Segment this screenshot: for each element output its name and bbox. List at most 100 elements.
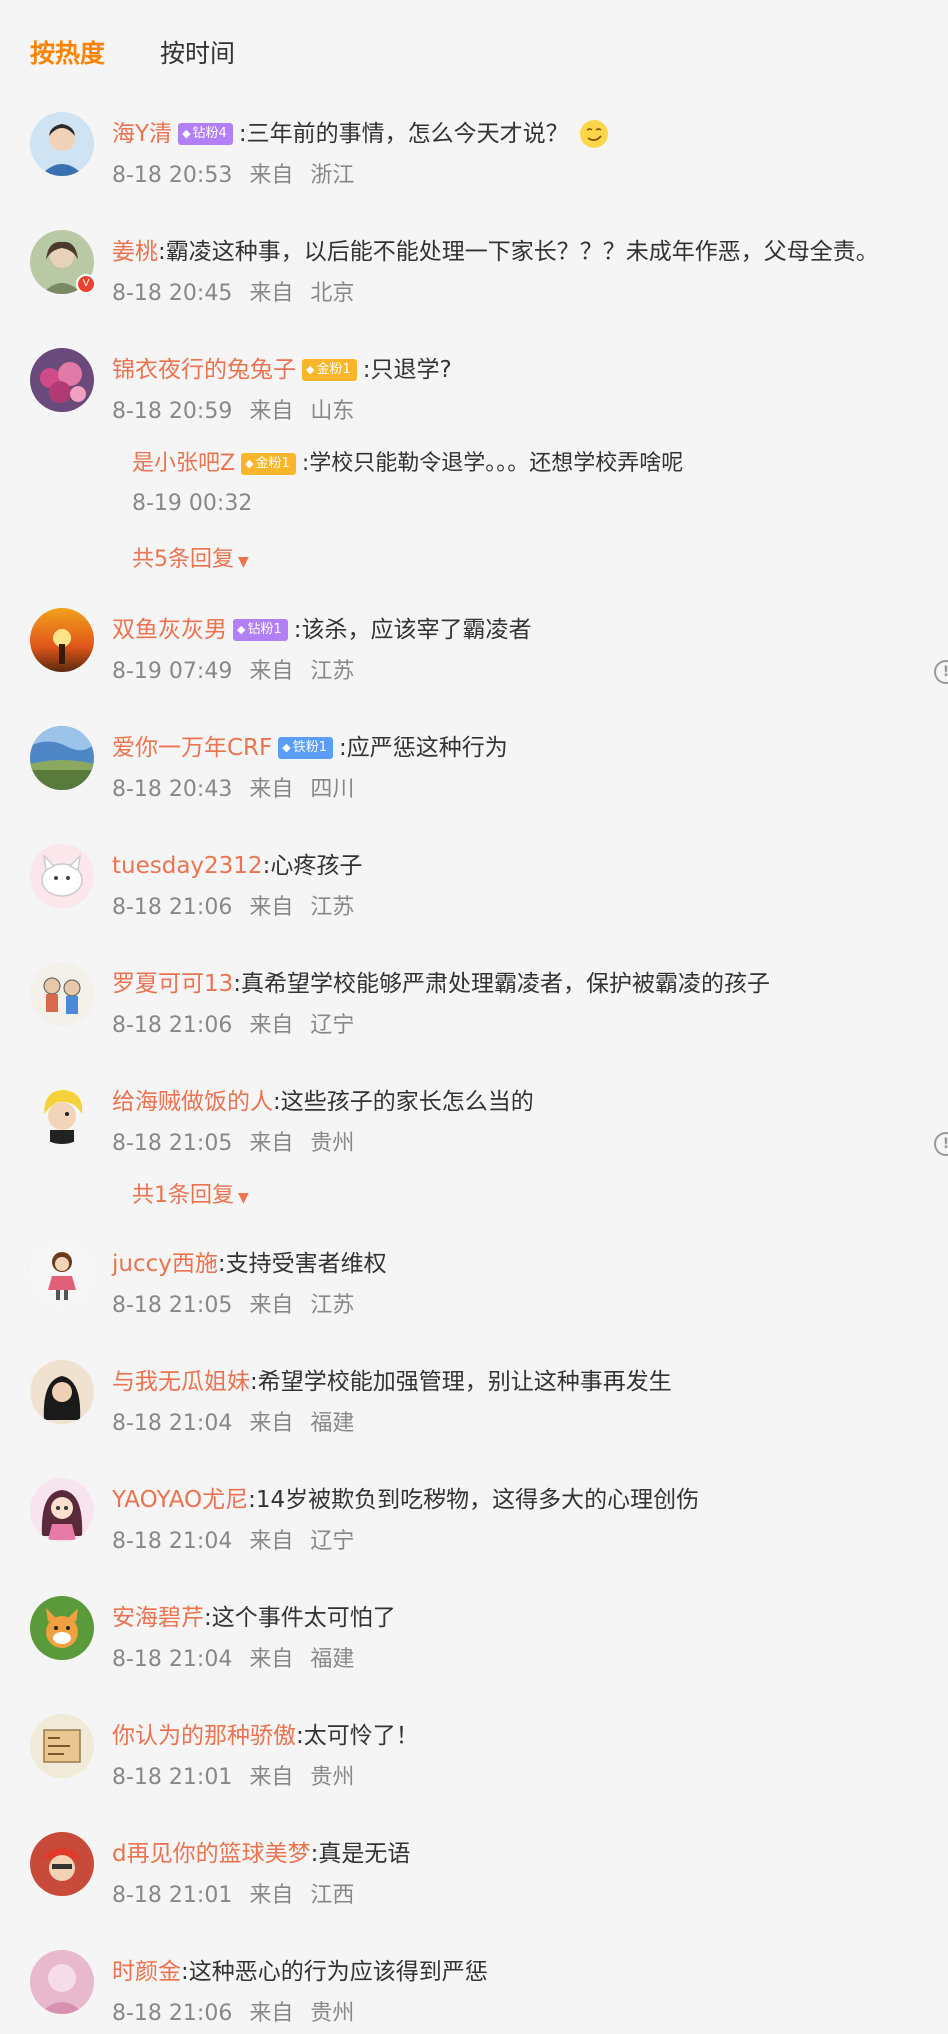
diamond-icon: ◆ bbox=[237, 623, 246, 636]
verified-badge-icon: V bbox=[76, 274, 96, 294]
comment-location: 江苏 bbox=[310, 1293, 355, 1318]
username[interactable]: juccy西施 bbox=[112, 1242, 218, 1286]
comment-text: 真是无语 bbox=[318, 1841, 411, 1867]
avatar[interactable] bbox=[30, 1714, 94, 1778]
view-more-replies[interactable]: 共5条回复 ▼ bbox=[132, 540, 249, 580]
avatar[interactable] bbox=[30, 1242, 94, 1306]
comment-location: 贵州 bbox=[310, 2001, 355, 2026]
comment-location: 贵州 bbox=[310, 1765, 355, 1790]
comment-line: 安海碧芹 : 这个事件太可怕了 bbox=[112, 1596, 396, 1640]
report-icon[interactable]: ! bbox=[934, 660, 948, 684]
username[interactable]: 罗夏可可13 bbox=[112, 962, 233, 1006]
from-label: 来自 bbox=[249, 1883, 294, 1908]
fan-badge[interactable]: ◆ 钻粉1 bbox=[233, 619, 288, 641]
avatar[interactable] bbox=[30, 726, 94, 790]
more-replies-label: 共1条回复 bbox=[132, 1183, 234, 1208]
sort-tabs: 按热度 按时间 bbox=[30, 34, 235, 74]
fan-badge[interactable]: ◆ 钻粉4 bbox=[178, 123, 233, 145]
reply-username[interactable]: 是小张吧Z bbox=[132, 444, 235, 484]
username[interactable]: 给海贼做饭的人 bbox=[112, 1080, 273, 1124]
comment-time: 8-19 07:49 bbox=[112, 659, 233, 684]
tab-by-time[interactable]: 按时间 bbox=[160, 34, 235, 74]
comment-location: 江苏 bbox=[310, 895, 355, 920]
comment-meta: 8-18 21:06 来自 贵州 bbox=[112, 1994, 354, 2034]
reply-line: 是小张吧Z ◆ 金粉1 : 学校只能勒令退学。。。还想学校弄啥呢 bbox=[132, 444, 683, 484]
comment-meta: 8-18 21:06 来自 辽宁 bbox=[112, 1006, 354, 1046]
tab-by-hotness[interactable]: 按热度 bbox=[30, 34, 105, 74]
fan-badge-label: 钻粉4 bbox=[192, 126, 227, 141]
comment-text: 应严惩这种行为 bbox=[346, 735, 508, 761]
username[interactable]: 海Y清 bbox=[112, 112, 172, 156]
from-label: 来自 bbox=[249, 1529, 294, 1554]
view-more-replies[interactable]: 共1条回复 ▼ bbox=[132, 1176, 249, 1216]
username[interactable]: 安海碧芹 bbox=[112, 1596, 204, 1640]
colon: : bbox=[262, 853, 271, 879]
avatar[interactable] bbox=[30, 962, 94, 1026]
colon: : bbox=[158, 239, 166, 265]
comment-time: 8-18 21:01 bbox=[112, 1883, 233, 1908]
comment-text: 真希望学校能够严肃处理霸凌者，保护被霸凌的孩子 bbox=[241, 971, 771, 997]
comment-line: 海Y清 ◆ 钻粉4 : 三年前的事情，怎么今天才说？ bbox=[112, 112, 609, 156]
comment-time: 8-18 21:04 bbox=[112, 1529, 233, 1554]
comment-location: 贵州 bbox=[310, 1131, 355, 1156]
avatar[interactable] bbox=[30, 608, 94, 672]
username[interactable]: d再见你的篮球美梦 bbox=[112, 1832, 311, 1876]
avatar[interactable] bbox=[30, 1832, 94, 1896]
avatar[interactable] bbox=[30, 348, 94, 412]
comment-location: 辽宁 bbox=[310, 1013, 355, 1038]
fan-badge-label: 钻粉1 bbox=[247, 622, 282, 637]
colon: : bbox=[250, 1369, 258, 1395]
from-label: 来自 bbox=[249, 1411, 294, 1436]
diamond-icon: ◆ bbox=[282, 741, 291, 754]
username[interactable]: 锦衣夜行的兔兔子 bbox=[112, 348, 296, 392]
from-label: 来自 bbox=[249, 163, 294, 188]
comment-text: 霸凌这种事，以后能不能处理一下家长？？？未成年作恶，父母全责。 bbox=[165, 239, 879, 265]
comment-location: 四川 bbox=[310, 777, 355, 802]
username[interactable]: 爱你一万年CRF bbox=[112, 726, 272, 770]
comment-text: 心疼孩子 bbox=[270, 853, 363, 879]
avatar[interactable] bbox=[30, 1950, 94, 2014]
comment-meta: 8-18 21:06 来自 江苏 bbox=[112, 888, 354, 928]
username[interactable]: 时颜金 bbox=[112, 1950, 181, 1994]
caret-down-icon: ▼ bbox=[238, 1190, 249, 1206]
comment-time: 8-18 20:53 bbox=[112, 163, 233, 188]
from-label: 来自 bbox=[249, 399, 294, 424]
comment-text: 支持受害者维权 bbox=[225, 1251, 387, 1277]
colon: : bbox=[248, 1487, 256, 1513]
colon: : bbox=[296, 1723, 304, 1749]
fan-badge[interactable]: ◆ 金粉1 bbox=[241, 453, 296, 475]
comment-text: 太可怜了！ bbox=[303, 1723, 419, 1749]
avatar[interactable] bbox=[30, 112, 94, 176]
comment-text: 该杀，应该宰了霸凌者 bbox=[301, 617, 532, 643]
from-label: 来自 bbox=[249, 2001, 294, 2026]
comment-meta: 8-18 21:05 来自 江苏 bbox=[112, 1286, 354, 1326]
username[interactable]: 姜桃 bbox=[112, 230, 158, 274]
comment-meta: 8-18 21:01 来自 贵州 bbox=[112, 1758, 354, 1798]
comment-text: 这个事件太可怕了 bbox=[211, 1605, 396, 1631]
comment-meta: 8-18 21:04 来自 福建 bbox=[112, 1640, 354, 1680]
from-label: 来自 bbox=[249, 1013, 294, 1038]
fan-badge[interactable]: ◆ 铁粉1 bbox=[278, 737, 334, 759]
username[interactable]: 你认为的那种骄傲 bbox=[112, 1714, 296, 1758]
avatar[interactable] bbox=[30, 844, 94, 908]
fan-badge[interactable]: ◆ 金粉1 bbox=[302, 359, 357, 381]
colon: : bbox=[233, 971, 242, 997]
fan-badge-label: 铁粉1 bbox=[292, 740, 328, 755]
username[interactable]: 与我无瓜姐妹 bbox=[112, 1360, 250, 1404]
colon: : bbox=[293, 617, 302, 643]
report-icon[interactable]: ! bbox=[934, 1132, 948, 1156]
comment-location: 福建 bbox=[310, 1411, 355, 1436]
avatar[interactable] bbox=[30, 1080, 94, 1144]
avatar[interactable] bbox=[30, 1478, 94, 1542]
comment-line: 双鱼灰灰男 ◆ 钻粉1 : 该杀，应该宰了霸凌者 bbox=[112, 608, 532, 652]
avatar[interactable] bbox=[30, 1360, 94, 1424]
reply-item: 是小张吧Z ◆ 金粉1 : 学校只能勒令退学。。。还想学校弄啥呢 8-19 00:… bbox=[132, 444, 683, 524]
comment-location: 山东 bbox=[310, 399, 355, 424]
comment-meta: 8-18 21:01 来自 江西 bbox=[112, 1876, 354, 1916]
username[interactable]: tuesday2312 bbox=[112, 844, 263, 888]
comment-meta: 8-18 21:05 来自 贵州 bbox=[112, 1124, 354, 1164]
avatar[interactable] bbox=[30, 1596, 94, 1660]
username[interactable]: YAOYAO尤尼 bbox=[112, 1478, 248, 1522]
colon: : bbox=[181, 1959, 189, 1985]
username[interactable]: 双鱼灰灰男 bbox=[112, 608, 227, 652]
